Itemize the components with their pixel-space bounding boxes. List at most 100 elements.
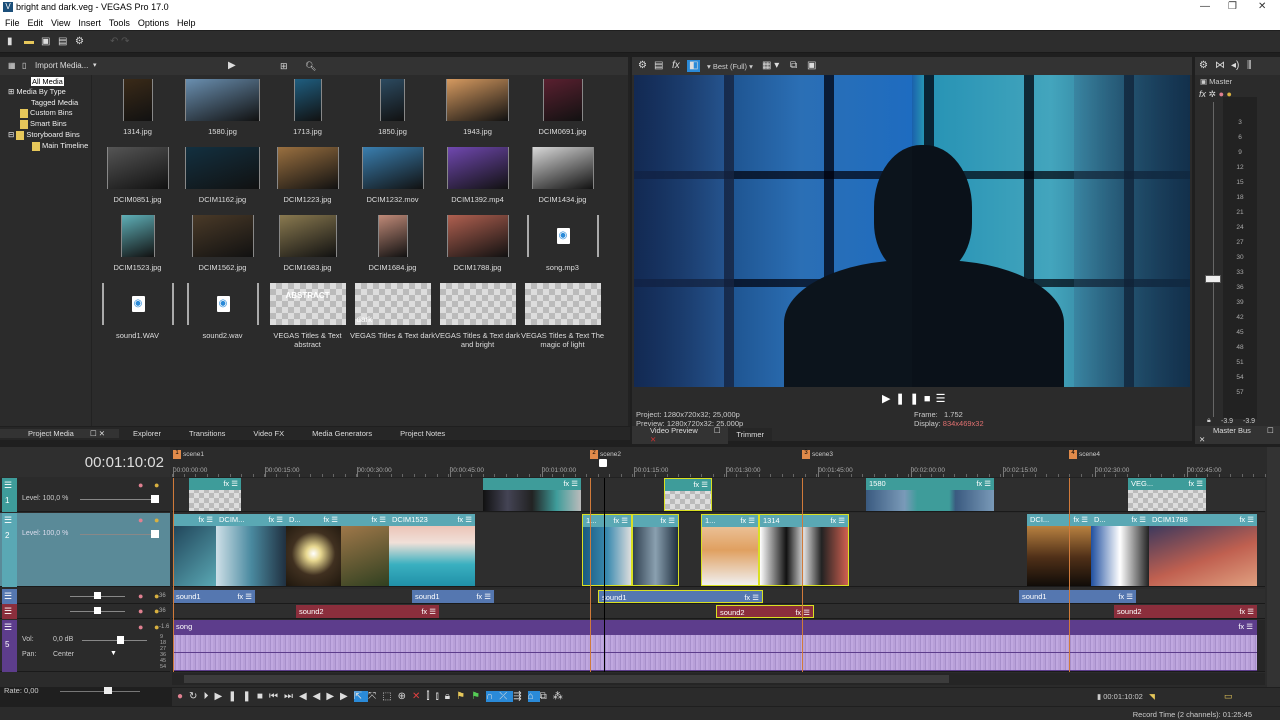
prev-frame-icon[interactable]: ◀◀ [299,691,326,702]
vol-slider-handle[interactable] [117,636,124,644]
media-item[interactable]: DCIM1162.jpg [180,147,265,204]
event-fx-menu-icon[interactable]: fx ☰ [613,515,631,527]
video-event[interactable]: DCIM1523 fx ☰ [389,514,475,586]
event-fx-menu-icon[interactable]: fx ☰ [323,514,341,526]
dropdown-icon[interactable]: ▾ [93,61,97,71]
track-header[interactable]: ☰3●●36 [0,589,170,604]
media-item[interactable]: 1314.jpg [95,79,180,136]
delete-icon[interactable]: ✕ [412,691,426,702]
mixer-icon[interactable]: ⫼ [1247,61,1252,71]
tab-video-fx[interactable]: Video FX [239,429,298,438]
audio-event[interactable]: sound1 fx ☰ [598,590,763,603]
normal-edit-tool-icon[interactable]: ⇱ [353,691,369,702]
tree-all-media[interactable]: All Media [31,77,64,86]
media-item[interactable]: ◉ song.mp3 [520,215,605,272]
video-event[interactable]: 1314 fx ☰ [759,514,849,586]
event-fx-menu-icon[interactable]: fx ☰ [1118,590,1133,603]
track-menu-icon[interactable]: ☰ [4,480,12,491]
render-icon[interactable]: ▤ [58,37,67,47]
level-slider-handle[interactable] [151,495,159,503]
tab-project-notes[interactable]: Project Notes [386,429,459,438]
event-fx-menu-icon[interactable]: fx ☰ [476,590,491,603]
zoom-tool-icon[interactable]: ⊕ [398,691,412,702]
playhead-cursor[interactable] [604,478,605,672]
track-menu-icon[interactable]: ☰ [4,622,12,633]
media-item[interactable]: DCIM1683.jpg [265,215,350,272]
preview-quality-select[interactable]: ▾ Best (Full) ▾ [707,62,753,71]
media-item[interactable]: DCIM1223.jpg [265,147,350,204]
video-event[interactable]: fx ☰ [483,478,581,511]
solo-icon[interactable]: ● [154,515,159,525]
undo-icon[interactable]: ↶ ↷ [110,37,130,47]
audio-event[interactable]: sound1 fx ☰ [173,590,255,603]
video-event[interactable]: D... fx ☰ [286,514,341,586]
event-fx-menu-icon[interactable]: fx ☰ [693,479,711,491]
gear-icon[interactable]: ⚙ [75,37,84,47]
audio-event[interactable]: sound2 fx ☰ [296,605,439,618]
audio-event[interactable]: sound2 fx ☰ [1114,605,1257,618]
automation-icon[interactable]: ✲ [1209,89,1217,99]
ignore-grouping-icon[interactable]: ⧉ [540,691,553,702]
tab-trimmer[interactable]: Trimmer [728,430,772,439]
preview-device-icon[interactable]: ▤ [654,61,663,71]
video-event[interactable]: fx ☰ [664,478,712,511]
media-item[interactable]: VEGAS Titles & Text The magic of light [520,283,605,349]
rate-slider[interactable] [60,691,140,692]
record-icon[interactable]: ● [177,691,189,702]
event-fx-menu-icon[interactable]: fx ☰ [237,590,252,603]
track-header[interactable]: ☰ 1 ● ● Level: 100,0 % [0,478,170,512]
event-fx-menu-icon[interactable]: fx ☰ [1239,514,1257,526]
gear-icon[interactable]: ⚙ [638,61,647,71]
vertical-scrollbar[interactable] [1267,447,1280,687]
event-fx-menu-icon[interactable]: fx ☰ [371,514,389,526]
tab-master-bus[interactable]: Master Bus ☐ ✕ [1195,425,1280,444]
video-event[interactable]: fx ☰ [189,478,241,511]
media-item[interactable]: 1943.jpg [435,79,520,136]
media-item[interactable]: DCIM1232.mov [350,147,435,204]
video-event[interactable]: DCI... fx ☰ [1027,514,1091,586]
media-item[interactable]: DCIM1523.jpg [95,215,180,272]
pause-icon[interactable]: ❚❚ [895,393,923,405]
track-menu-icon[interactable]: ☰ [4,606,12,617]
tree-tagged-media[interactable]: Tagged Media [31,98,78,107]
media-item[interactable]: DCIM1788.jpg [435,215,520,272]
media-item[interactable]: ◉ sound1.WAV [95,283,180,340]
tree-main-timeline[interactable]: Main Timeline [32,141,88,151]
media-item[interactable]: DCIM0691.jpg [520,79,605,136]
event-fx-menu-icon[interactable]: fx ☰ [740,515,758,527]
mute-icon[interactable]: ● [138,591,143,601]
video-event[interactable]: D... fx ☰ [1091,514,1149,586]
video-event[interactable]: DCIM1788 fx ☰ [1149,514,1257,586]
media-item[interactable]: dark VEGAS Titles & Text dark [350,283,435,340]
marker-flag[interactable]: 4 [1069,450,1077,459]
tab-transitions[interactable]: Transitions [175,429,239,438]
audio-event[interactable]: sound2 fx ☰ [716,605,814,618]
media-item[interactable]: VEGAS Titles & Text dark and bright [435,283,520,349]
lock-icon[interactable]: 🔒︎ [445,691,456,702]
track-header[interactable]: ☰4●●36 [0,604,170,619]
video-event[interactable]: VEG... fx ☰ [1128,478,1206,511]
video-event[interactable]: fx ☰ [632,514,679,586]
event-fx-menu-icon[interactable]: fx ☰ [457,514,475,526]
volume-slider-handle[interactable] [94,592,101,599]
minimize-button[interactable]: — [1200,1,1210,12]
event-fx-menu-icon[interactable]: fx ☰ [268,514,286,526]
video-event[interactable]: 1580 fx ☰ [866,478,994,511]
video-event[interactable]: fx ☰ [341,514,389,586]
media-item[interactable]: DCIM1434.jpg [520,147,605,204]
lock-envelopes-icon[interactable]: ⌂ [527,691,540,702]
marker-flag[interactable]: 1 [173,450,181,459]
tree-smart-bins[interactable]: Smart Bins [20,119,67,129]
media-item[interactable]: 1850.jpg [350,79,435,136]
menu-tools[interactable]: Tools [109,18,130,28]
import-media-icon[interactable]: ▯ [22,61,26,71]
time-ruler[interactable]: 00:00:00:00 00:00:15:00 00:00:30:00 00:00:4… [172,447,1266,478]
event-icon[interactable]: ⁂ [553,691,569,702]
overlays-icon[interactable]: ▦ ▾ [762,61,779,71]
next-frame-icon[interactable]: ▶▶ [326,691,353,702]
open-icon[interactable]: ▬ [24,37,34,47]
gear-icon[interactable]: ⚙ [1199,61,1208,71]
event-fx-menu-icon[interactable]: fx ☰ [223,478,241,490]
tree-media-by-type[interactable]: ⊞ Media By Type [8,87,66,96]
playhead-handle[interactable] [599,459,607,467]
